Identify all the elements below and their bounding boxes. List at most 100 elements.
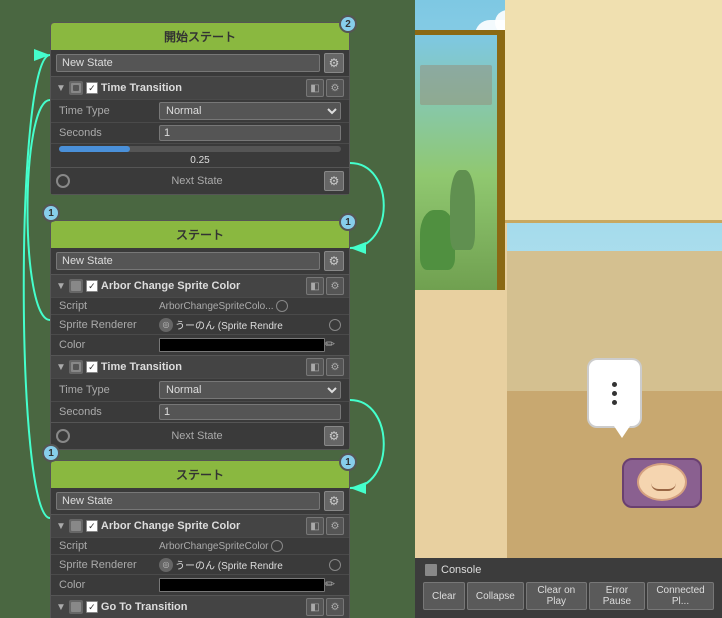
prop-right-circle-2a[interactable] xyxy=(276,300,288,312)
gear-button-3[interactable]: ⚙ xyxy=(324,491,344,511)
new-state-input-3[interactable] xyxy=(56,492,320,510)
console-title-text: Console xyxy=(441,564,481,576)
collapse-arrow-3a[interactable]: ▼ xyxy=(56,521,66,532)
console-title-row: Console xyxy=(419,562,718,578)
gear-button-2[interactable]: ⚙ xyxy=(324,251,344,271)
new-state-input-2[interactable] xyxy=(56,252,320,270)
component-action-btn-2a1[interactable]: ◧ xyxy=(306,277,324,295)
console-icon xyxy=(425,564,437,576)
console-clear-on-play-button[interactable]: Clear on Play xyxy=(526,582,587,610)
next-state-row-2: Next State ⚙ xyxy=(51,422,349,449)
component-goto-header-3: ▼ ✓ Go To Transition ◧ ⚙ xyxy=(51,595,349,618)
component-icon-2b xyxy=(69,360,83,374)
component-name-1: Time Transition xyxy=(101,82,303,94)
prop-select-time-type-1[interactable]: Normal xyxy=(159,102,341,120)
state-header-2: 1 ステート 1 xyxy=(51,221,349,248)
collapse-arrow-1[interactable]: ▼ xyxy=(56,83,66,94)
component-action-btn-2b1[interactable]: ◧ xyxy=(306,358,324,376)
prop-script-value-2: ArborChangeSpriteColo... xyxy=(159,301,274,312)
collapse-arrow-2a[interactable]: ▼ xyxy=(56,281,66,292)
eyedropper-2[interactable]: ✏ xyxy=(325,337,341,353)
prop-input-seconds-1[interactable] xyxy=(159,125,341,141)
component-action-btn-3a1[interactable]: ◧ xyxy=(306,517,324,535)
prop-label-seconds-1: Seconds xyxy=(59,127,159,139)
prop-row-sprite-2: Sprite Renderer ◎ うーのん (Sprite Rendre xyxy=(51,314,349,334)
prop-row-seconds-1: Seconds xyxy=(51,122,349,143)
next-state-label-1: Next State xyxy=(74,175,320,187)
component-checkbox-2b[interactable]: ✓ xyxy=(86,361,98,373)
component-action-btn-3b1[interactable]: ◧ xyxy=(306,598,324,616)
connector-dot-1 xyxy=(56,174,70,188)
tree-bush-2 xyxy=(450,170,475,250)
prop-row-sprite-3: Sprite Renderer ◎ うーのん (Sprite Rendre xyxy=(51,554,349,574)
prop-sprite-value-2: うーのん (Sprite Rendre xyxy=(175,317,283,332)
new-state-row-1: ⚙ xyxy=(51,50,349,76)
state-node-1: 開始ステート 2 ⚙ ▼ ✓ Time Transition ◧ ⚙ Time … xyxy=(50,22,350,195)
prop-right-circle-2b[interactable] xyxy=(329,319,341,331)
sprite-icon-3: ◎ xyxy=(159,558,173,572)
speech-dot-2 xyxy=(612,391,617,396)
component-arbor-header-3: ▼ ✓ Arbor Change Sprite Color ◧ ⚙ xyxy=(51,514,349,537)
next-state-gear-1[interactable]: ⚙ xyxy=(324,171,344,191)
console-error-pause-button[interactable]: Error Pause xyxy=(589,582,645,610)
component-action-btn-1b[interactable]: ⚙ xyxy=(326,79,344,97)
prop-input-seconds-2[interactable] xyxy=(159,404,341,420)
prop-sprite-value-3: うーのん (Sprite Rendre xyxy=(175,557,283,572)
component-name-2a: Arbor Change Sprite Color xyxy=(101,280,303,292)
collapse-arrow-3b[interactable]: ▼ xyxy=(56,602,66,613)
gear-button-1[interactable]: ⚙ xyxy=(324,53,344,73)
prop-label-seconds-2: Seconds xyxy=(59,406,159,418)
badge-right-2: 1 xyxy=(339,213,357,231)
prop-row-script-3: Script ArborChangeSpriteColor xyxy=(51,537,349,554)
badge-left-3: 1 xyxy=(42,444,60,462)
game-view xyxy=(415,0,722,558)
component-icon-3a xyxy=(69,519,83,533)
component-checkbox-3b[interactable]: ✓ xyxy=(86,601,98,613)
new-state-input-1[interactable] xyxy=(56,54,320,72)
component-time-transition-header-2: ▼ ✓ Time Transition ◧ ⚙ xyxy=(51,355,349,378)
component-checkbox-2a[interactable]: ✓ xyxy=(86,280,98,292)
color-swatch-2[interactable] xyxy=(159,338,325,352)
console-connected-button[interactable]: Connected Pl... xyxy=(647,582,714,610)
character xyxy=(637,463,692,503)
state-title-1: 開始ステート xyxy=(164,30,236,44)
prop-label-time-type-2: Time Type xyxy=(59,384,159,396)
component-name-3b: Go To Transition xyxy=(101,601,303,613)
component-name-2b: Time Transition xyxy=(101,361,303,373)
console-buttons-row: Clear Collapse Clear on Play Error Pause… xyxy=(419,580,718,612)
component-icon-3b xyxy=(69,600,83,614)
state-title-3: ステート xyxy=(176,468,224,482)
component-checkbox-1[interactable]: ✓ xyxy=(86,82,98,94)
progress-fill-1 xyxy=(59,146,130,152)
speech-dot-1 xyxy=(612,382,617,387)
console-collapse-button[interactable]: Collapse xyxy=(467,582,524,610)
component-arbor-header-2: ▼ ✓ Arbor Change Sprite Color ◧ ⚙ xyxy=(51,274,349,297)
background-building xyxy=(420,65,492,105)
prop-script-value-3: ArborChangeSpriteColor xyxy=(159,541,269,552)
component-action-btn-3b2[interactable]: ⚙ xyxy=(326,598,344,616)
eyedropper-3[interactable]: ✏ xyxy=(325,577,341,593)
console-clear-button[interactable]: Clear xyxy=(423,582,465,610)
component-action-btn-2a2[interactable]: ⚙ xyxy=(326,277,344,295)
prop-row-time-type-2: Time Type Normal xyxy=(51,378,349,401)
next-state-gear-2[interactable]: ⚙ xyxy=(324,426,344,446)
badge-right-3: 1 xyxy=(339,453,357,471)
component-action-btn-1a[interactable]: ◧ xyxy=(306,79,324,97)
component-icon-1 xyxy=(69,81,83,95)
collapse-arrow-2b[interactable]: ▼ xyxy=(56,362,66,373)
prop-right-circle-3a[interactable] xyxy=(271,540,283,552)
color-swatch-3[interactable] xyxy=(159,578,325,592)
right-panel: Console Clear Collapse Clear on Play Err… xyxy=(415,0,722,618)
prop-select-time-type-2[interactable]: Normal xyxy=(159,381,341,399)
prop-row-seconds-2: Seconds xyxy=(51,401,349,422)
badge-right-1: 2 xyxy=(339,15,357,33)
next-state-row-1: Next State ⚙ xyxy=(51,167,349,194)
prop-label-color-2: Color xyxy=(59,339,159,351)
progress-bar-row-1 xyxy=(51,143,349,154)
prop-row-time-type-1: Time Type Normal xyxy=(51,99,349,122)
prop-right-circle-3b[interactable] xyxy=(329,559,341,571)
component-checkbox-3a[interactable]: ✓ xyxy=(86,520,98,532)
component-action-btn-2b2[interactable]: ⚙ xyxy=(326,358,344,376)
speech-dot-3 xyxy=(612,400,617,405)
component-action-btn-3a2[interactable]: ⚙ xyxy=(326,517,344,535)
